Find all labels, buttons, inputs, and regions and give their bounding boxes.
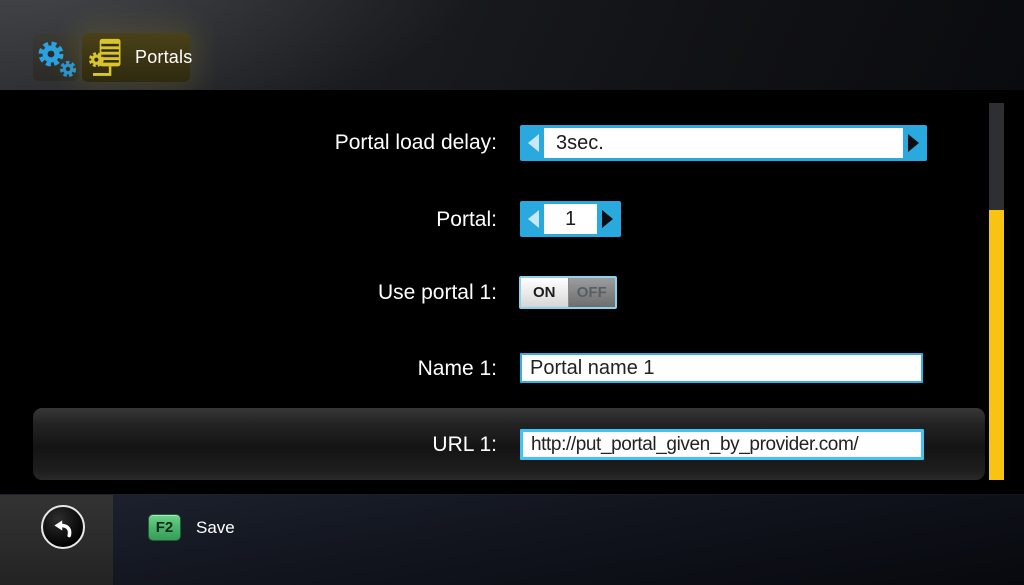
spinner-left-arrow-icon[interactable] [523,204,544,234]
url-label: URL 1: [0,433,497,457]
scrollbar-thumb[interactable] [989,210,1004,480]
back-button[interactable] [41,505,85,549]
back-arrow-icon [49,513,77,541]
portals-settings-screen: Portals Portal load delay: 3sec. Portal:… [0,0,1024,585]
portal-name-input[interactable] [520,353,923,383]
header-bar: Portals [0,0,1024,90]
gear-small-icon [59,60,77,78]
portal-url-input[interactable] [520,429,924,460]
use-portal-toggle[interactable]: ON OFF [519,276,617,309]
spinner-left-arrow-icon[interactable] [523,128,544,158]
use-portal-label: Use portal 1: [0,281,497,305]
tab-settings[interactable] [33,34,79,81]
name-label: Name 1: [0,357,497,381]
portal-number-spinner[interactable]: 1 [520,201,621,237]
scrollbar-track [989,103,1004,210]
portal-number-value: 1 [544,204,597,234]
tab-portals[interactable]: Portals [82,33,190,82]
scrollbar[interactable] [989,103,1004,480]
portal-label: Portal: [0,208,497,232]
portal-load-delay-label: Portal load delay: [0,131,497,155]
spinner-right-arrow-icon[interactable] [903,128,924,158]
spinner-right-arrow-icon[interactable] [597,204,618,234]
gears-icon [33,34,79,81]
portal-server-icon [88,36,128,80]
toggle-off-segment[interactable]: OFF [569,278,616,307]
f2-key-badge[interactable]: F2 [148,514,181,541]
tab-portals-label: Portals [135,47,192,68]
portal-load-delay-spinner[interactable]: 3sec. [520,125,927,161]
save-button-label[interactable]: Save [196,517,235,539]
portal-load-delay-value: 3sec. [544,128,903,158]
toggle-on-segment[interactable]: ON [521,278,569,307]
